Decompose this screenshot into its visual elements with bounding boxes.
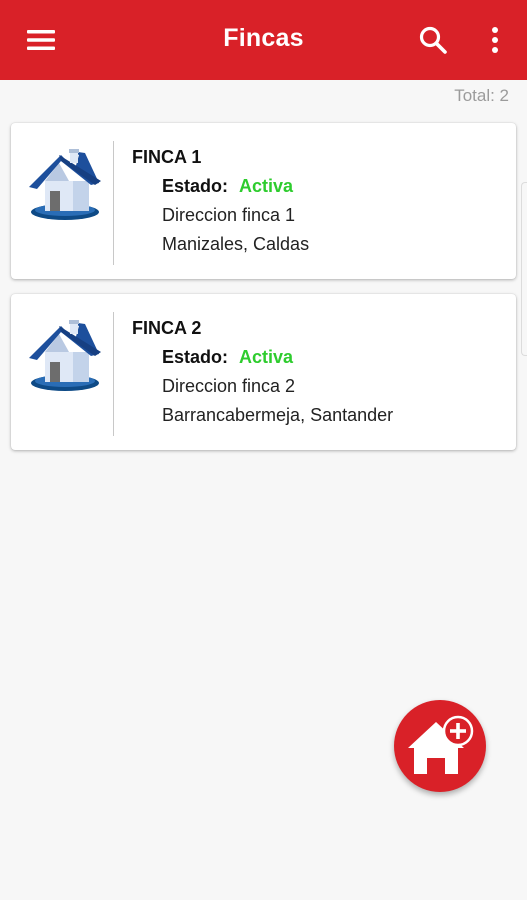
state-label: Estado: [162, 176, 229, 196]
state-value: Activa [239, 176, 294, 196]
finca-city: Barrancabermeja, Santander [162, 405, 394, 425]
state-row: Estado: Activa [162, 176, 293, 197]
state-row: Estado: Activa [162, 347, 293, 368]
state-value: Activa [239, 347, 294, 367]
finca-name: FINCA 2 [132, 318, 202, 338]
app-bar: Fincas [0, 0, 527, 80]
finca-name: FINCA 1 [132, 147, 202, 167]
finca-address: Direccion finca 2 [162, 376, 296, 396]
finca-address: Direccion finca 1 [162, 205, 296, 225]
state-label: Estado: [162, 347, 229, 367]
add-home-icon [408, 715, 474, 774]
finca-card[interactable]: FINCA 1 Estado: Activa Direccion finca 1… [11, 123, 516, 279]
more-vert-icon [492, 27, 498, 53]
finca-city: Manizales, Caldas [162, 234, 310, 254]
total-count: Total: 2 [454, 86, 509, 105]
card-divider [113, 312, 114, 436]
house-icon [29, 149, 101, 220]
search-icon [419, 26, 447, 54]
card-divider [113, 141, 114, 265]
search-button[interactable] [412, 20, 454, 60]
finca-card[interactable]: FINCA 2 Estado: Activa Direccion finca 2… [11, 294, 516, 450]
add-finca-button[interactable] [394, 700, 486, 792]
house-icon [29, 320, 101, 391]
more-options-button[interactable] [478, 20, 512, 60]
drawer-edge-handle[interactable] [521, 182, 527, 356]
